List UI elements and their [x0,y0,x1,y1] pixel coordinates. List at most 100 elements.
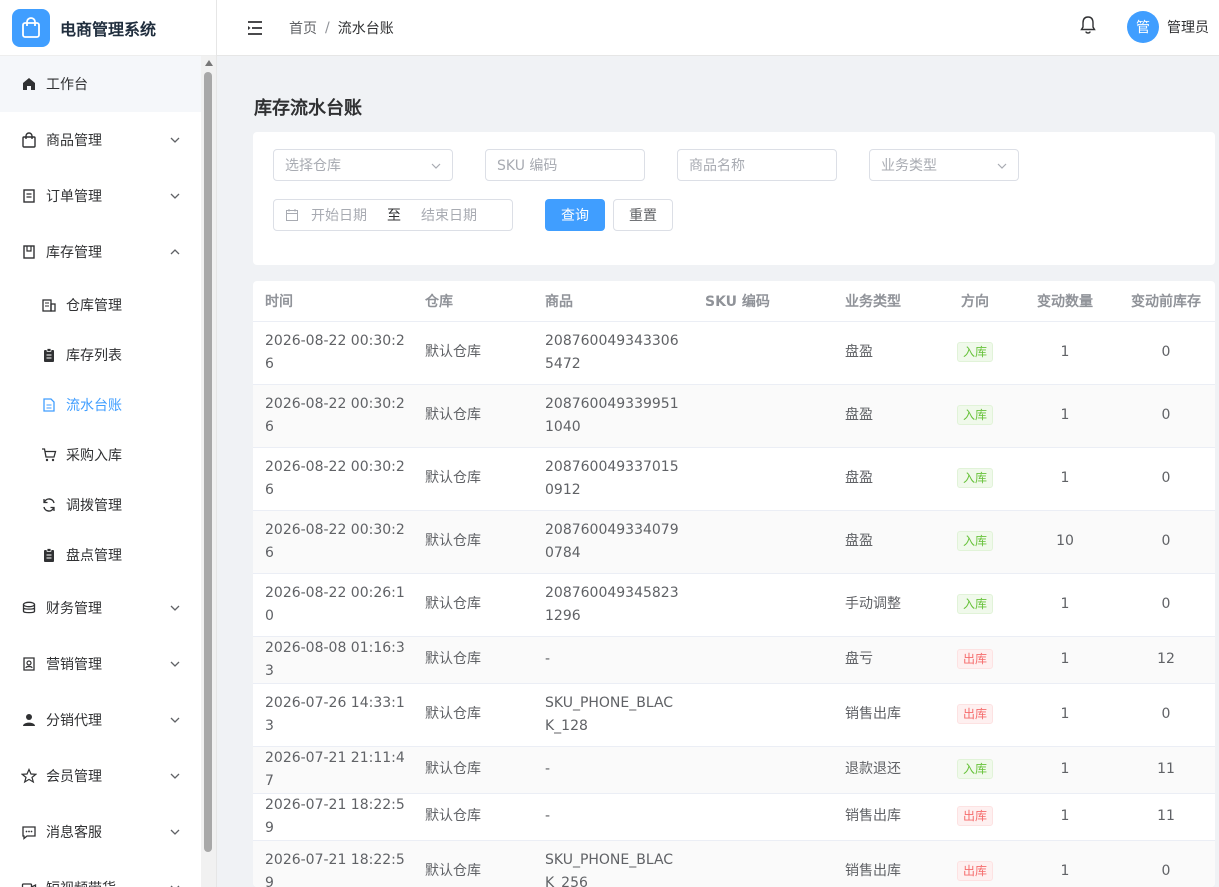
product-text: - [545,808,551,824]
cell-warehouse: 默认仓库 [413,384,533,448]
cell-time: 2026-07-21 21:11:47 [253,746,413,794]
clipboard-icon [40,346,58,364]
cell-stock-before: 11 [1117,793,1215,841]
chevron-down-icon [170,661,180,667]
query-button[interactable]: 查询 [545,199,605,231]
product-text: 2087600493458231296 [545,584,679,624]
sidebar-scrollbar-thumb[interactable] [204,72,212,852]
sidebar-item-products[interactable]: 商品管理 [0,112,201,168]
cell-quantity: 1 [1013,746,1117,794]
table-row[interactable]: 2026-07-26 14:33:13 默认仓库 SKU_PHONE_BLACK_1… [253,683,1215,747]
avatar[interactable]: 管 [1127,11,1159,43]
sidebar-subitem-ledger[interactable]: 流水台账 [0,380,201,430]
column-header-stock-before[interactable]: 变动前库存 [1117,281,1215,322]
cell-quantity: 1 [1013,840,1117,887]
cell-time: 2026-08-22 00:30:26 [253,384,413,448]
business-type-select-placeholder: 业务类型 [881,158,937,174]
end-date-placeholder[interactable]: 结束日期 [421,205,477,225]
direction-tag: 入库 [956,531,993,551]
sidebar-subitem-label: 调拨管理 [66,498,122,514]
start-date-placeholder[interactable]: 开始日期 [311,205,367,225]
sidebar-item-short-video[interactable]: 短视频带货 [0,860,201,887]
column-header-sku[interactable]: SKU 编码 [693,281,833,322]
table-row[interactable]: 2026-08-22 00:26:10 默认仓库 20876004934582312… [253,573,1215,637]
scroll-up-arrow-icon[interactable] [205,60,213,66]
sku-input[interactable]: SKU 编码 [485,149,645,181]
cell-sku [693,840,833,887]
cell-stock-before: 0 [1117,384,1215,448]
cell-warehouse: 默认仓库 [413,447,533,511]
business-type-select[interactable]: 业务类型 [869,149,1019,181]
username[interactable]: 管理员 [1167,17,1209,37]
direction-tag: 入库 [956,342,993,362]
cell-business-type: 手动调整 [833,573,937,637]
column-header-warehouse[interactable]: 仓库 [413,281,533,322]
table-row[interactable]: 2026-08-22 00:30:26 默认仓库 20876004933407907… [253,510,1215,574]
cell-stock-before: 0 [1117,510,1215,574]
direction-tag: 出库 [956,861,993,881]
sidebar-subitem-transfer[interactable]: 调拨管理 [0,480,201,530]
date-range-picker[interactable]: 开始日期 至 结束日期 [273,199,513,231]
sidebar-item-label: 消息客服 [46,825,102,841]
table-row[interactable]: 2026-08-08 01:16:33 默认仓库 - 盘亏 出库 1 12 [253,636,1215,684]
inventory-icon [20,243,38,261]
breadcrumb-home[interactable]: 首页 [289,18,317,38]
sidebar-item-distribution[interactable]: 分销代理 [0,692,201,748]
date-range-separator: 至 [387,208,401,224]
cell-product: 2087600493340790784 [533,510,693,574]
bell-icon[interactable] [1079,15,1097,35]
cell-business-type: 盘亏 [833,636,937,684]
clipboard-icon [40,546,58,564]
sidebar-item-marketing[interactable]: 营销管理 [0,636,201,692]
ledger-icon [40,396,58,414]
column-header-product[interactable]: 商品 [533,281,693,322]
product-text: 2087600493433065472 [545,332,679,372]
column-header-direction[interactable]: 方向 [937,281,1013,322]
table-row[interactable]: 2026-08-22 00:30:26 默认仓库 20876004934330654… [253,321,1215,385]
app-title: 电商管理系统 [60,19,157,39]
cell-product: 2087600493433065472 [533,321,693,385]
sidebar-item-dashboard[interactable]: 工作台 [0,56,201,112]
cell-warehouse: 默认仓库 [413,636,533,684]
chevron-down-icon [170,829,180,835]
sidebar-subitem-stock-list[interactable]: 库存列表 [0,330,201,380]
table-row[interactable]: 2026-08-22 00:30:26 默认仓库 20876004933995110… [253,384,1215,448]
sidebar-item-label: 营销管理 [46,657,102,673]
cell-direction: 出库 [937,793,1013,841]
filter-panel: 选择仓库 SKU 编码 商品名称 业务类型 开始日期 至 结束日期 查询 重置 [253,132,1215,265]
cell-sku [693,510,833,574]
sidebar-item-members[interactable]: 会员管理 [0,748,201,804]
column-header-time[interactable]: 时间 [253,281,413,322]
calendar-icon [286,209,298,221]
cell-time: 2026-08-08 01:16:33 [253,636,413,684]
column-header-business-type[interactable]: 业务类型 [833,281,937,322]
table-row[interactable]: 2026-07-21 18:22:59 默认仓库 SKU_PHONE_BLACK_2… [253,840,1215,887]
sidebar-subitem-purchase-in[interactable]: 采购入库 [0,430,201,480]
cell-direction: 入库 [937,510,1013,574]
reset-button[interactable]: 重置 [613,199,673,231]
sidebar-item-inventory[interactable]: 库存管理 [0,224,201,280]
cell-direction: 出库 [937,683,1013,747]
logo-area: 电商管理系统 [0,0,216,56]
sidebar-item-messages[interactable]: 消息客服 [0,804,201,860]
table-row[interactable]: 2026-07-21 21:11:47 默认仓库 - 退款退还 入库 1 11 [253,746,1215,794]
home-icon [20,75,38,93]
ledger-table: 时间 仓库 商品 SKU 编码 业务类型 方向 变动数量 变动前库存 2026-… [253,281,1215,887]
cell-direction: 入库 [937,384,1013,448]
cart-icon [40,446,58,464]
column-header-quantity[interactable]: 变动数量 [1013,281,1117,322]
table-row[interactable]: 2026-08-22 00:30:26 默认仓库 20876004933701509… [253,447,1215,511]
sidebar-subitem-stocktake[interactable]: 盘点管理 [0,530,201,580]
collapse-menu-icon[interactable] [247,20,263,35]
direction-tag: 出库 [956,806,993,826]
sidebar-subitem-warehouses[interactable]: 仓库管理 [0,280,201,330]
warehouse-select[interactable]: 选择仓库 [273,149,453,181]
chevron-down-icon [170,193,180,199]
table-row[interactable]: 2026-07-21 18:22:59 默认仓库 - 销售出库 出库 1 11 [253,793,1215,841]
sidebar-item-orders[interactable]: 订单管理 [0,168,201,224]
breadcrumb-separator: / [325,19,330,36]
cell-quantity: 1 [1013,793,1117,841]
warehouse-icon [40,296,58,314]
product-name-input[interactable]: 商品名称 [677,149,837,181]
sidebar-item-finance[interactable]: 财务管理 [0,580,201,636]
